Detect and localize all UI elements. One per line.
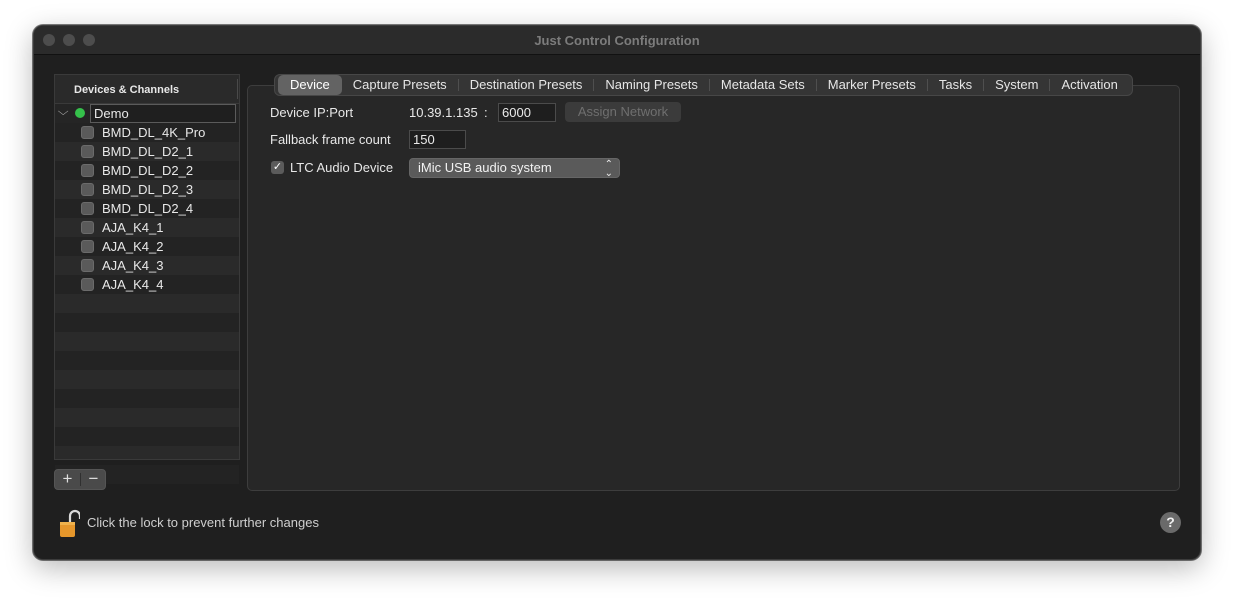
ltc-audio-device-value: iMic USB audio system <box>418 160 552 175</box>
channel-row[interactable]: BMD_DL_D2_3 <box>55 180 239 199</box>
channel-row[interactable]: AJA_K4_4 <box>55 275 239 294</box>
add-remove-control: + − <box>54 469 106 490</box>
channel-label: AJA_K4_1 <box>102 220 164 235</box>
empty-row <box>55 389 239 408</box>
channel-row[interactable]: AJA_K4_1 <box>55 218 239 237</box>
channel-checkbox[interactable] <box>81 240 94 253</box>
assign-network-button[interactable]: Assign Network <box>565 102 681 122</box>
channel-checkbox[interactable] <box>81 202 94 215</box>
tab-naming-presets[interactable]: Naming Presets <box>594 75 708 95</box>
channel-row[interactable]: AJA_K4_3 <box>55 256 239 275</box>
ip-port-separator: : <box>484 105 488 120</box>
channel-label: BMD_DL_4K_Pro <box>102 125 206 140</box>
port-input[interactable] <box>498 103 556 122</box>
lock-hint-text: Click the lock to prevent further change… <box>87 515 319 530</box>
empty-row <box>55 332 239 351</box>
channel-label: AJA_K4_2 <box>102 239 164 254</box>
title-bar: Just Control Configuration <box>34 26 1200 55</box>
help-button[interactable]: ? <box>1160 512 1181 533</box>
tab-marker-presets[interactable]: Marker Presets <box>817 75 927 95</box>
tab-activation[interactable]: Activation <box>1050 75 1128 95</box>
device-label: Demo <box>94 106 129 121</box>
tab-destination-presets[interactable]: Destination Presets <box>459 75 594 95</box>
channel-checkbox[interactable] <box>81 164 94 177</box>
chevron-down-icon[interactable]: ⌵ <box>58 106 69 119</box>
tab-capture-presets[interactable]: Capture Presets <box>342 75 458 95</box>
tab-device[interactable]: Device <box>278 75 342 95</box>
remove-device-button[interactable]: − <box>81 469 106 489</box>
empty-row <box>55 446 239 465</box>
channel-checkbox[interactable] <box>81 221 94 234</box>
sidebar-header: Devices & Channels <box>55 75 239 104</box>
ltc-audio-device-select[interactable]: iMic USB audio system ⌃ ⌄ <box>409 158 620 179</box>
column-resize-handle[interactable] <box>237 79 238 99</box>
channel-row[interactable]: BMD_DL_D2_2 <box>55 161 239 180</box>
ltc-audio-label: LTC Audio Device <box>290 160 394 175</box>
devices-sidebar: Devices & Channels ⌵ Demo BMD_DL_4K_Pro … <box>54 74 240 484</box>
empty-row <box>55 313 239 332</box>
channel-label: BMD_DL_D2_2 <box>102 163 194 178</box>
channel-checkbox[interactable] <box>81 259 94 272</box>
empty-row <box>55 351 239 370</box>
sidebar-header-label: Devices & Channels <box>74 84 180 96</box>
device-list: ⌵ Demo BMD_DL_4K_Pro BMD_DL_D2_1 BMD_DL_… <box>55 104 239 484</box>
channel-row[interactable]: BMD_DL_D2_1 <box>55 142 239 161</box>
tab-tasks[interactable]: Tasks <box>928 75 983 95</box>
window-title: Just Control Configuration <box>534 33 700 48</box>
tab-metadata-sets[interactable]: Metadata Sets <box>710 75 816 95</box>
ip-port-label: Device IP:Port <box>270 105 354 120</box>
channel-checkbox[interactable] <box>81 183 94 196</box>
empty-row <box>55 370 239 389</box>
channel-row[interactable]: BMD_DL_4K_Pro <box>55 123 239 142</box>
channel-label: AJA_K4_3 <box>102 258 164 273</box>
empty-row <box>55 294 239 313</box>
device-row-demo[interactable]: ⌵ Demo <box>55 104 239 123</box>
channel-label: BMD_DL_D2_4 <box>102 201 194 216</box>
ip-address-value: 10.39.1.135 <box>409 105 478 120</box>
channel-label: AJA_K4_4 <box>102 277 164 292</box>
tab-system[interactable]: System <box>984 75 1049 95</box>
config-window: Just Control Configuration Devices & Cha… <box>33 25 1201 560</box>
empty-row <box>55 408 239 427</box>
fallback-frame-count-label: Fallback frame count <box>270 132 391 147</box>
status-led-icon <box>75 108 85 118</box>
chevron-updown-icon: ⌃ ⌄ <box>604 159 613 179</box>
add-device-button[interactable]: + <box>55 469 80 489</box>
channel-row[interactable]: BMD_DL_D2_4 <box>55 199 239 218</box>
channel-label: BMD_DL_D2_1 <box>102 144 194 159</box>
unlocked-padlock-icon[interactable] <box>58 509 80 539</box>
channel-checkbox[interactable] <box>81 126 94 139</box>
channel-checkbox[interactable] <box>81 278 94 291</box>
tab-bar: Device Capture Presets Destination Prese… <box>274 74 1133 96</box>
fallback-frame-count-input[interactable] <box>409 130 466 149</box>
empty-row <box>55 427 239 446</box>
channel-row[interactable]: AJA_K4_2 <box>55 237 239 256</box>
channel-checkbox[interactable] <box>81 145 94 158</box>
ltc-audio-checkbox[interactable]: ✓ <box>271 161 284 174</box>
channel-label: BMD_DL_D2_3 <box>102 182 194 197</box>
